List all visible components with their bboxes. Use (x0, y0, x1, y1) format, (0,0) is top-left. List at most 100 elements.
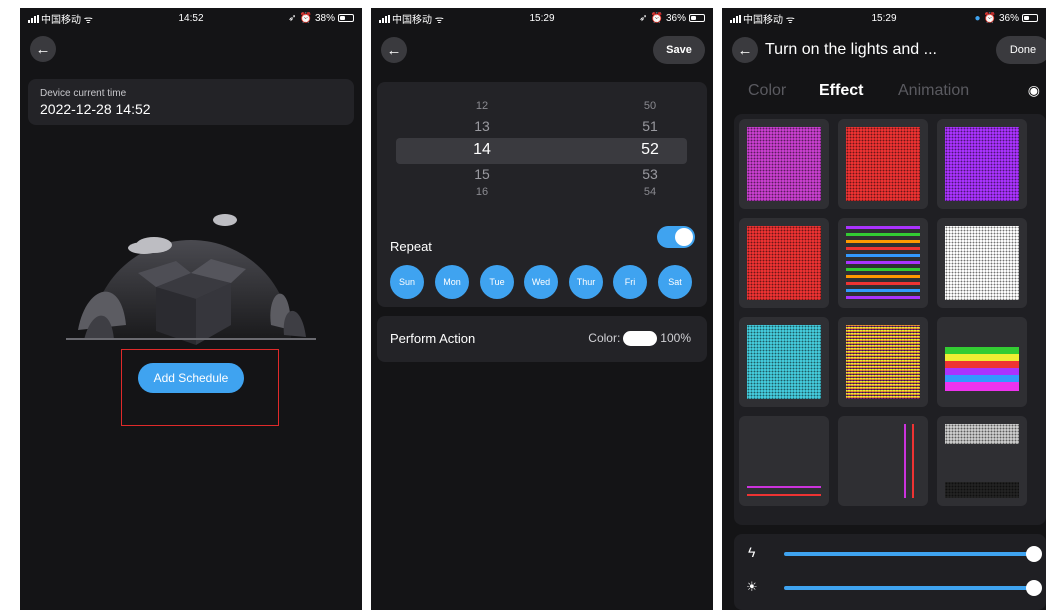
brightness-value: 100% (660, 331, 691, 345)
day-tue[interactable]: Tue (480, 265, 514, 299)
alarm-icon: ⏰ (650, 12, 663, 24)
phone-screen-effect-picker: 中国移动 ᯤ 15:29 ● ⏰ 36% ← Turn on the lights … (722, 8, 1046, 610)
effect-preview (747, 127, 821, 201)
minute-option[interactable]: 53 (638, 166, 662, 182)
day-sat[interactable]: Sat (658, 265, 692, 299)
minute-option[interactable]: 50 (638, 100, 662, 112)
effect-preview (945, 127, 1019, 201)
day-thur[interactable]: Thur (569, 265, 603, 299)
day-fri[interactable]: Fri (613, 265, 647, 299)
signal-icon (730, 14, 741, 23)
phone-screen-schedule-edit: 中国移动 ᯤ 15:29 ➶ ⏰ 36% ← Save 12 50 13 51 14 52… (371, 8, 713, 610)
effect-tile[interactable] (937, 416, 1027, 506)
tab-color[interactable]: Color (748, 82, 786, 100)
slider-handle[interactable] (1026, 580, 1042, 596)
arrow-left-icon: ← (35, 40, 51, 58)
phone-screen-schedule-empty: 中国移动 ᯤ 14:52 ➶ ⏰ 38% ← Device current time… (20, 8, 362, 610)
day-mon[interactable]: Mon (435, 265, 469, 299)
effect-tile[interactable] (739, 119, 829, 209)
effect-tile[interactable] (838, 416, 928, 506)
minute-selected[interactable]: 52 (638, 141, 662, 159)
effect-preview (846, 325, 920, 399)
day-sun[interactable]: Sun (390, 265, 424, 299)
done-button[interactable]: Done (996, 36, 1046, 64)
effect-preview (945, 226, 1019, 300)
toggle-knob (675, 228, 693, 246)
effect-tile[interactable] (838, 317, 928, 407)
back-button[interactable]: ← (732, 37, 758, 63)
effect-tile[interactable] (739, 218, 829, 308)
battery-percent: 36% (998, 12, 1019, 24)
signal-icon (379, 14, 390, 23)
save-button[interactable]: Save (653, 36, 705, 64)
carrier: 中国移动 (41, 14, 81, 26)
signal-icon (28, 14, 39, 23)
effect-tile[interactable] (937, 119, 1027, 209)
effect-tile[interactable] (838, 119, 928, 209)
color-label: Color: (588, 331, 621, 345)
device-time-label: Device current time (40, 88, 127, 99)
effect-tile[interactable] (739, 416, 829, 506)
wifi-icon: ᯤ (434, 14, 444, 26)
picker-row: 16 54 (377, 186, 707, 198)
hour-option[interactable]: 12 (470, 100, 494, 112)
battery-percent: 36% (665, 12, 686, 24)
effect-preview (846, 226, 920, 300)
carrier: 中国移动 (392, 14, 432, 26)
minute-option[interactable]: 54 (638, 186, 662, 198)
repeat-toggle[interactable] (657, 226, 695, 248)
device-time-card: Device current time 2022-12-28 14:52 (28, 79, 354, 125)
wifi-icon: ᯤ (785, 14, 795, 26)
hour-option[interactable]: 16 (470, 186, 494, 198)
effect-preview (747, 325, 821, 399)
brightness-slider[interactable] (784, 580, 1042, 596)
device-time-value: 2022-12-28 14:52 (40, 101, 151, 117)
repeat-label: Repeat (390, 239, 432, 254)
effect-grid (734, 114, 1046, 525)
alarm-icon: ⏰ (983, 12, 996, 24)
back-button[interactable]: ← (30, 36, 56, 62)
hour-option[interactable]: 13 (470, 118, 494, 134)
page-title: Turn on the lights and ... (765, 41, 937, 58)
effect-tile[interactable] (937, 317, 1027, 407)
highlight-box (121, 349, 279, 426)
tab-effect[interactable]: Effect (819, 82, 863, 100)
effect-preview (747, 226, 821, 300)
hour-option[interactable]: 15 (470, 166, 494, 182)
tab-animation[interactable]: Animation (898, 82, 969, 100)
perform-action-label: Perform Action (390, 331, 476, 346)
picker-row: 12 50 (377, 100, 707, 112)
lightning-icon: ϟ (748, 544, 756, 560)
effect-preview (747, 424, 821, 498)
alarm-icon: ⏰ (299, 12, 312, 24)
empty-box-illustration (66, 214, 316, 345)
perform-action-card[interactable]: Perform Action Color: 100% (377, 316, 707, 362)
status-bar: 中国移动 ᯤ 15:29 ➶ ⏰ 36% (371, 8, 713, 28)
effect-preview (846, 127, 920, 201)
eye-icon[interactable]: ◉ (1028, 82, 1040, 99)
location-icon: ● (974, 12, 981, 24)
day-wed[interactable]: Wed (524, 265, 558, 299)
location-icon: ➶ (288, 12, 297, 24)
wifi-icon: ᯤ (83, 14, 93, 26)
status-bar: 中国移动 ᯤ 14:52 ➶ ⏰ 38% (20, 8, 362, 28)
back-button[interactable]: ← (381, 37, 407, 63)
hour-selected[interactable]: 14 (470, 141, 494, 159)
effect-tile[interactable] (739, 317, 829, 407)
effect-preview (945, 424, 1019, 498)
slider-handle[interactable] (1026, 546, 1042, 562)
effect-tile[interactable] (838, 218, 928, 308)
battery-percent: 38% (314, 12, 335, 24)
arrow-left-icon: ← (737, 41, 753, 59)
speed-slider[interactable] (784, 546, 1042, 562)
picker-row: 15 53 (377, 166, 707, 182)
carrier: 中国移动 (743, 14, 783, 26)
color-swatch[interactable] (623, 331, 658, 347)
battery-icon (689, 14, 705, 22)
effect-preview (846, 424, 920, 498)
effect-tile[interactable] (937, 218, 1027, 308)
battery-icon (1022, 14, 1038, 22)
location-icon: ➶ (639, 12, 648, 24)
status-bar: 中国移动 ᯤ 15:29 ● ⏰ 36% (722, 8, 1046, 28)
minute-option[interactable]: 51 (638, 118, 662, 134)
